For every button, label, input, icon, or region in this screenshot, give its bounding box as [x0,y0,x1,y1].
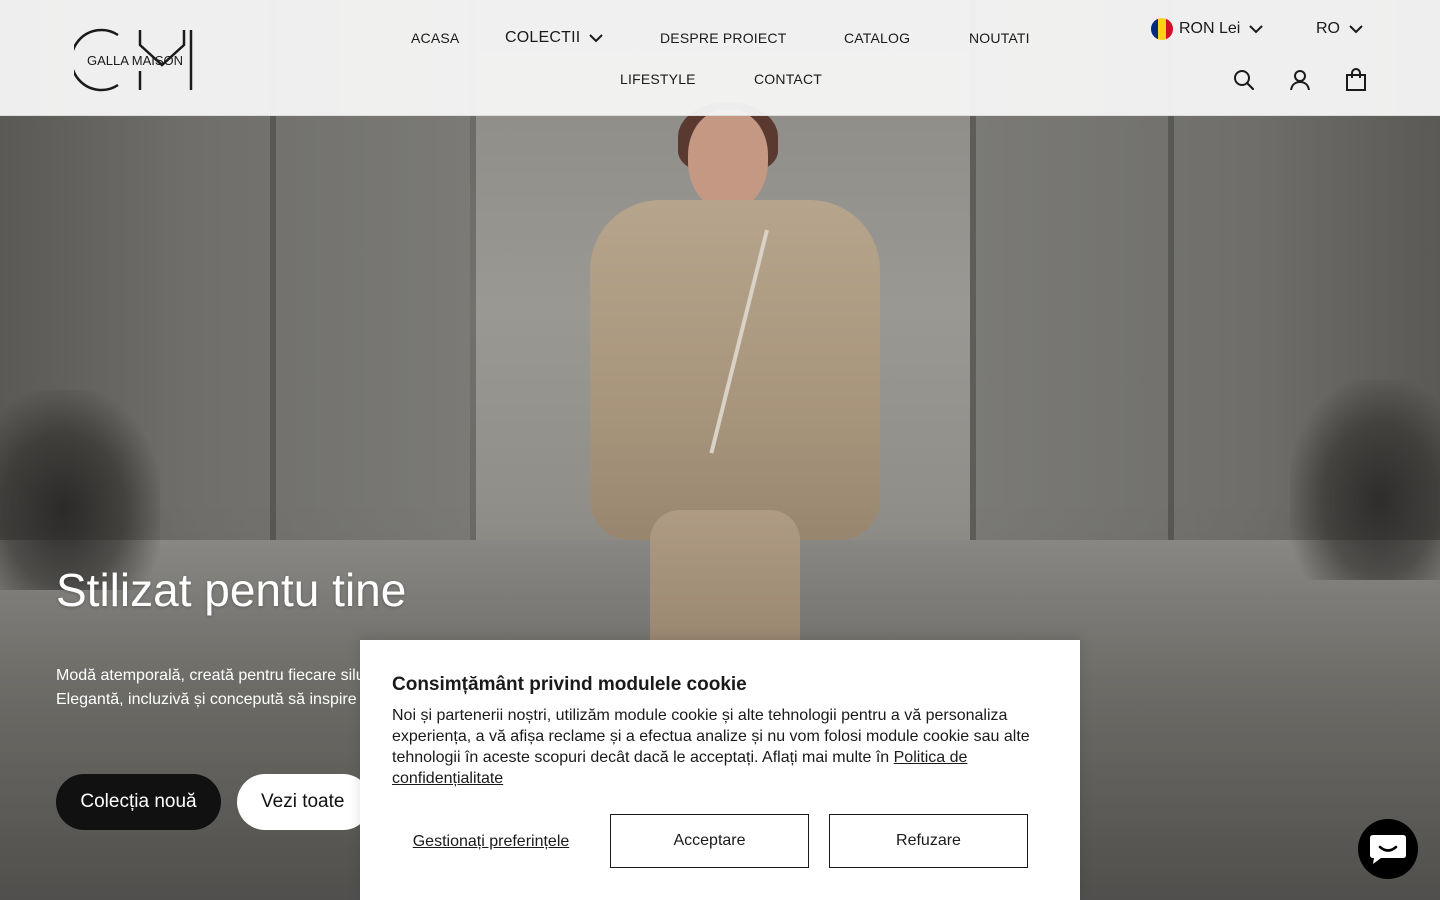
romania-flag-icon [1151,18,1173,40]
nav-colectii[interactable]: COLECTII [505,29,604,47]
nav-contact[interactable]: CONTACT [754,71,822,87]
reject-cookies-button[interactable]: Refuzare [829,814,1028,868]
nav-colectii-label: COLECTII [505,29,581,46]
currency-label: RON Lei [1179,20,1241,37]
cart-icon [1346,68,1366,91]
cart-button[interactable] [1344,68,1368,92]
account-button[interactable] [1288,68,1312,92]
account-icon [1290,70,1310,91]
search-button[interactable] [1232,68,1256,92]
nav-noutati[interactable]: NOUTATI [969,30,1030,46]
chat-icon [1370,835,1406,864]
view-all-button[interactable]: Vezi toate [237,774,371,830]
nav-despre-proiect[interactable]: DESPRE PROIECT [660,30,787,46]
chevron-down-icon [1349,25,1363,34]
chevron-down-icon [589,34,604,43]
brand-logo[interactable]: GALLA MAISON [74,27,196,93]
chat-button[interactable] [1358,819,1418,879]
new-collection-button[interactable]: Colecția nouă [56,774,221,830]
language-selector[interactable]: RO [1316,20,1364,38]
cookie-body: Noi și partenerii noștri, utilizăm modul… [392,705,1052,789]
svg-text:GALLA MAISON: GALLA MAISON [87,53,183,68]
accept-cookies-button[interactable]: Acceptare [610,814,809,868]
search-icon [1234,70,1255,91]
site-header: GALLA MAISON ACASA COLECTII DESPRE PROIE… [0,0,1440,116]
nav-acasa[interactable]: ACASA [411,30,459,46]
hero-title: Stilizat pentu tine [56,564,407,616]
brand-logo-mark: GALLA MAISON [74,28,193,92]
chevron-down-icon [1249,25,1264,34]
cookie-title: Consimțământ privind modulele cookie [392,674,747,695]
nav-catalog[interactable]: CATALOG [844,30,910,46]
language-label: RO [1316,20,1340,37]
manage-preferences-link[interactable]: Gestionați preferințele [392,814,590,868]
currency-selector[interactable]: RON Lei [1151,18,1264,40]
cookie-consent-dialog: Consimțământ privind modulele cookie Noi… [360,640,1080,900]
nav-lifestyle[interactable]: LIFESTYLE [620,71,696,87]
